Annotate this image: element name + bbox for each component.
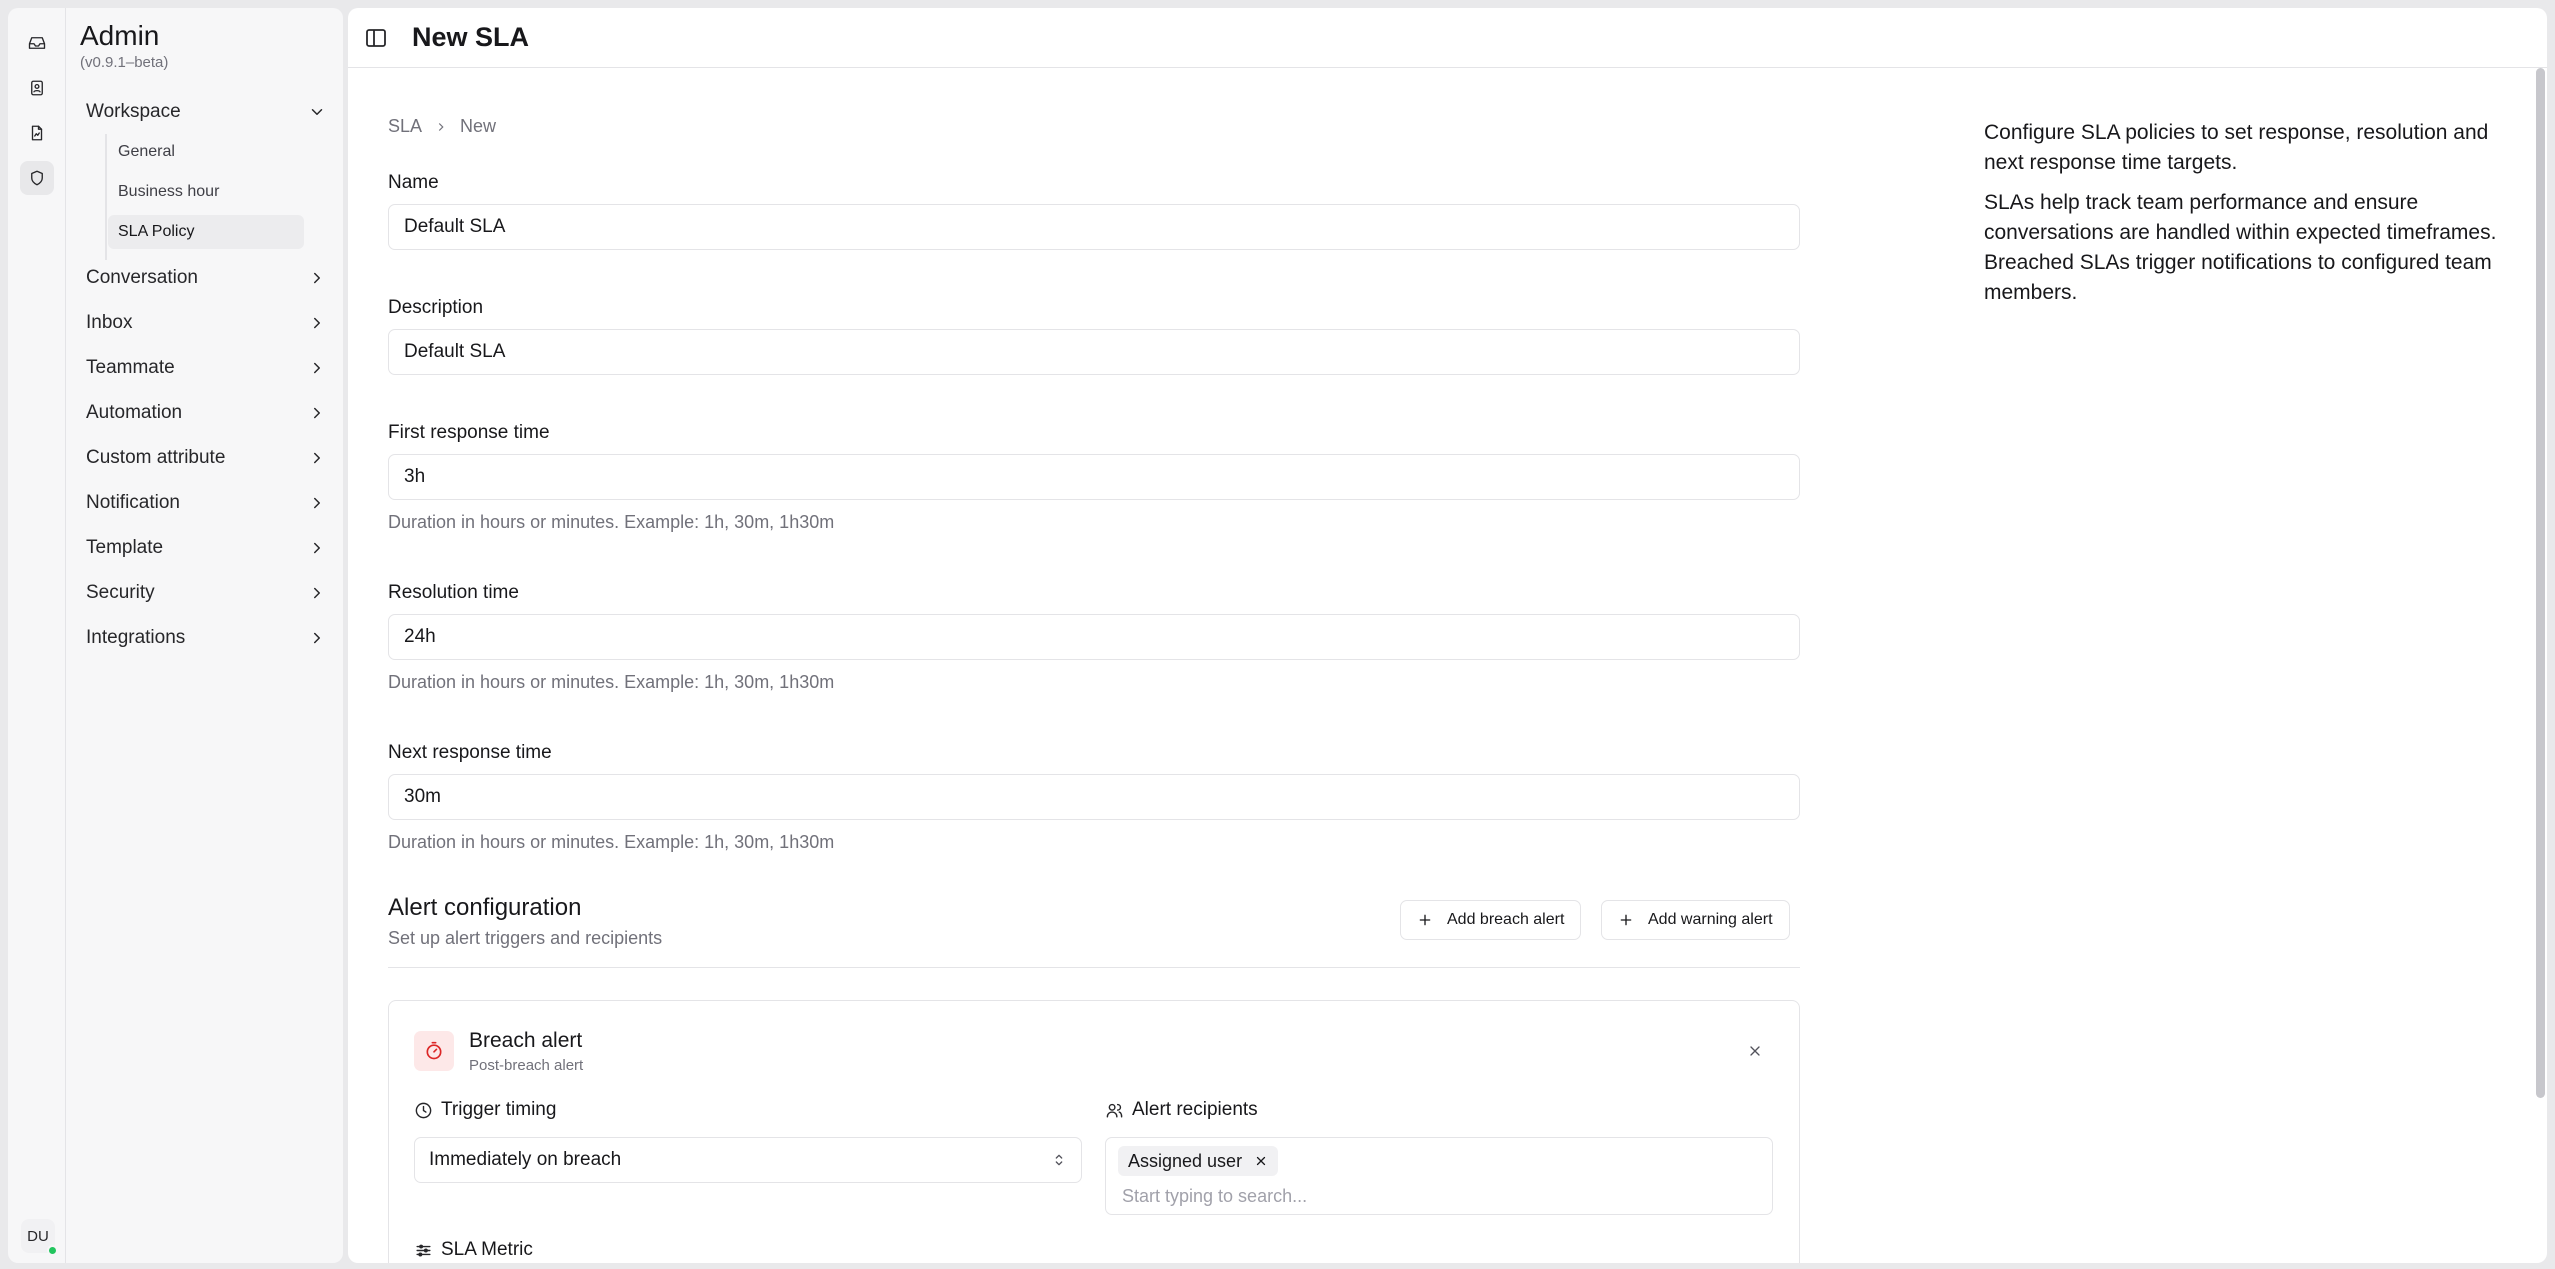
remove-alert-close-icon[interactable] bbox=[1747, 1043, 1763, 1059]
help-paragraph-2: SLAs help track team performance and ens… bbox=[1984, 191, 2497, 304]
chevron-right-icon bbox=[314, 632, 320, 644]
help-panel: Configure SLA policies to set response, … bbox=[1984, 118, 2514, 308]
resolution-hint: Duration in hours or minutes. Example: 1… bbox=[388, 672, 835, 692]
recipients-search-input[interactable] bbox=[1122, 1182, 1742, 1210]
breadcrumb-current: New bbox=[460, 116, 497, 136]
sidebar-group-label: Automation bbox=[86, 402, 183, 423]
top-bar: New SLA bbox=[348, 8, 2547, 68]
sidebar-group-inbox[interactable]: Inbox bbox=[80, 303, 332, 343]
sidebar-group-integrations[interactable]: Integrations bbox=[80, 618, 332, 658]
trigger-timing-select[interactable]: Immediately on breach bbox=[414, 1137, 1082, 1183]
recipient-chip-label: Assigned user bbox=[1128, 1150, 1243, 1171]
chevron-right-icon bbox=[314, 587, 320, 599]
reports-icon[interactable] bbox=[20, 116, 54, 150]
sidebar-group-label: Custom attribute bbox=[86, 447, 226, 468]
remove-chip-close-icon[interactable] bbox=[1254, 1154, 1268, 1168]
sidebar-group-label: Template bbox=[86, 537, 164, 558]
next-response-field[interactable] bbox=[388, 774, 1800, 820]
chevron-right-icon bbox=[438, 122, 444, 131]
sidebar-group-label: Teammate bbox=[86, 357, 175, 378]
subnav-guide-line bbox=[105, 134, 107, 260]
alert-card-title: Breach alert bbox=[469, 1029, 583, 1052]
page-title: New SLA bbox=[412, 22, 530, 52]
sidebar-group-teammate[interactable]: Teammate bbox=[80, 348, 332, 388]
alert-recipients-label: Alert recipients bbox=[1105, 1099, 1258, 1121]
chevron-right-icon bbox=[314, 407, 320, 419]
admin-sidebar: Admin (v0.9.1–beta) Workspace General Bu… bbox=[66, 8, 343, 1263]
admin-shield-icon[interactable] bbox=[20, 161, 54, 195]
breadcrumb: SLA New bbox=[388, 116, 496, 137]
first-response-field[interactable] bbox=[388, 454, 1800, 500]
avatar[interactable]: DU bbox=[21, 1219, 58, 1256]
button-label: Add warning alert bbox=[1648, 911, 1773, 928]
first-response-hint: Duration in hours or minutes. Example: 1… bbox=[388, 512, 835, 532]
resolution-field[interactable] bbox=[388, 614, 1800, 660]
sidebar-group-label: Security bbox=[86, 582, 155, 603]
users-icon bbox=[1106, 1103, 1123, 1118]
sidebar-title: Admin bbox=[80, 20, 160, 51]
sidebar-group-custom-attribute[interactable]: Custom attribute bbox=[80, 438, 332, 478]
button-label: Add breach alert bbox=[1447, 911, 1565, 928]
alert-recipients-field[interactable]: Assigned user bbox=[1105, 1137, 1773, 1215]
chevron-right-icon bbox=[314, 452, 320, 464]
sidebar-group-label: Integrations bbox=[86, 627, 186, 648]
description-field[interactable] bbox=[388, 329, 1800, 375]
sidebar-item-sla-policy[interactable]: SLA Policy bbox=[108, 215, 304, 249]
sidebar-group-label: Conversation bbox=[86, 267, 198, 288]
alert-card-subtitle: Post-breach alert bbox=[469, 1057, 584, 1074]
sidebar-group-label: Notification bbox=[86, 492, 180, 513]
chevrons-up-down-icon bbox=[1055, 1154, 1063, 1166]
chevron-right-icon bbox=[314, 317, 320, 329]
chevron-down-icon bbox=[311, 109, 323, 115]
stopwatch-icon bbox=[414, 1031, 454, 1071]
alert-config-subtitle: Set up alert triggers and recipients bbox=[388, 928, 663, 948]
help-paragraph-1: Configure SLA policies to set response, … bbox=[1984, 121, 2489, 174]
chevron-right-icon bbox=[314, 497, 320, 509]
trigger-timing-label: Trigger timing bbox=[414, 1099, 556, 1121]
name-label: Name bbox=[388, 172, 439, 193]
sidebar-item-business-hour[interactable]: Business hour bbox=[108, 175, 304, 209]
sla-metric-label: SLA Metric bbox=[414, 1239, 533, 1261]
breadcrumb-sla-link[interactable]: SLA bbox=[388, 116, 422, 137]
add-breach-alert-button[interactable]: Add breach alert bbox=[1400, 900, 1582, 940]
add-warning-alert-button[interactable]: Add warning alert bbox=[1601, 900, 1790, 940]
app-version: (v0.9.1–beta) bbox=[80, 54, 169, 71]
description-label: Description bbox=[388, 297, 484, 318]
chevron-right-icon bbox=[314, 542, 320, 554]
plus-icon bbox=[1620, 914, 1632, 926]
next-response-label: Next response time bbox=[388, 742, 552, 763]
resolution-label: Resolution time bbox=[388, 582, 519, 603]
trigger-timing-value: Immediately on breach bbox=[429, 1149, 622, 1170]
main-panel: New SLA SLA New Name Description First r… bbox=[348, 8, 2547, 1263]
name-field[interactable] bbox=[388, 204, 1800, 250]
icon-rail: DU bbox=[8, 8, 66, 1263]
sidebar-group-security[interactable]: Security bbox=[80, 573, 332, 613]
sidebar-group-conversation[interactable]: Conversation bbox=[80, 258, 332, 298]
sidebar-group-workspace[interactable]: Workspace bbox=[80, 92, 332, 132]
sidebar-toggle-icon[interactable] bbox=[364, 26, 388, 50]
sidebar-group-notification[interactable]: Notification bbox=[80, 483, 332, 523]
sidebar-group-label: Workspace bbox=[86, 101, 181, 122]
first-response-label: First response time bbox=[388, 422, 550, 443]
breach-alert-card: Breach alert Post-breach alert Trigger t… bbox=[388, 1000, 1800, 1263]
recipient-chip: Assigned user bbox=[1118, 1146, 1279, 1176]
vertical-scrollbar[interactable] bbox=[2536, 68, 2545, 1098]
user-initials: DU bbox=[27, 1227, 49, 1245]
plus-icon bbox=[1419, 914, 1431, 926]
sidebar-group-label: Inbox bbox=[86, 312, 133, 333]
chevron-right-icon bbox=[314, 362, 320, 374]
chevron-right-icon bbox=[314, 272, 320, 284]
contacts-icon[interactable] bbox=[20, 71, 54, 105]
sidebar-item-general[interactable]: General bbox=[108, 135, 304, 169]
alert-config-title: Alert configuration bbox=[388, 894, 582, 921]
clock-icon bbox=[415, 1102, 432, 1118]
sliders-icon bbox=[416, 1244, 431, 1256]
sidebar-group-template[interactable]: Template bbox=[80, 528, 332, 568]
inbox-icon[interactable] bbox=[20, 26, 54, 60]
next-response-hint: Duration in hours or minutes. Example: 1… bbox=[388, 832, 835, 852]
online-status-dot bbox=[47, 1245, 58, 1256]
section-divider bbox=[388, 967, 1800, 968]
sidebar-group-automation[interactable]: Automation bbox=[80, 393, 332, 433]
